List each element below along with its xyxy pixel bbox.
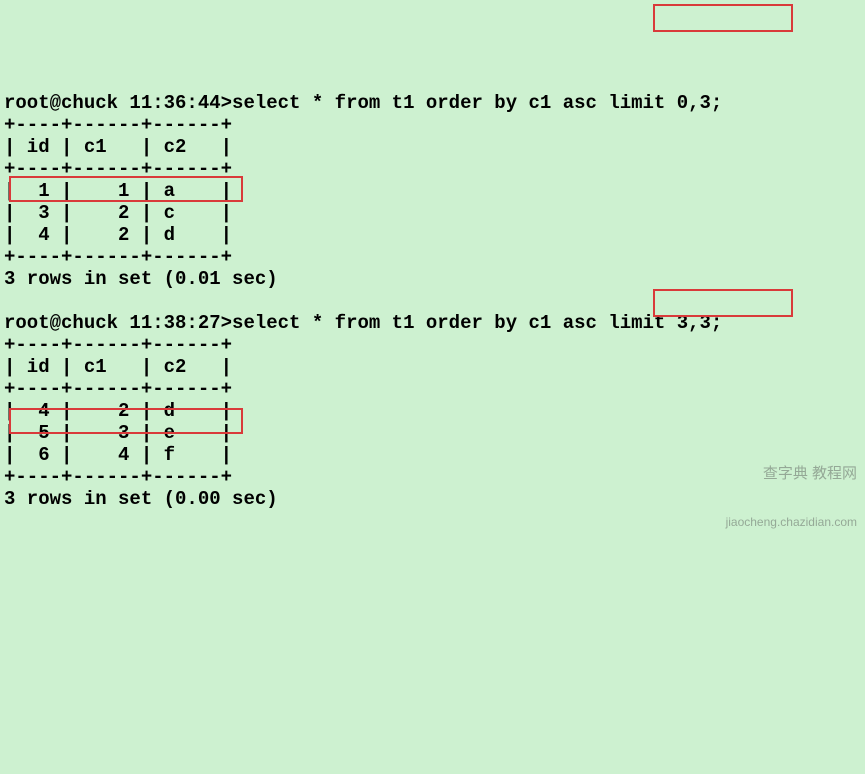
sql-prefix-1: select * from t1 order by c1 asc — [232, 92, 608, 114]
prompt-2: root@chuck 11:38:27> — [4, 312, 232, 334]
status-2: 3 rows in set (0.00 sec) — [4, 488, 278, 510]
highlight-limit-1 — [653, 4, 793, 32]
prompt-1: root@chuck 11:36:44> — [4, 92, 232, 114]
table1-border-bot: +----+------+------+ — [4, 246, 232, 268]
table1-border-top: +----+------+------+ — [4, 114, 232, 136]
table1-row-1: | 3 | 2 | c | — [4, 202, 232, 224]
table1-row-2: | 4 | 2 | d | — [4, 224, 232, 246]
table1-row-0: | 1 | 1 | a | — [4, 180, 232, 202]
table1-border-mid: +----+------+------+ — [4, 158, 232, 180]
table2-row-2: | 6 | 4 | f | — [4, 444, 232, 466]
watermark-line1: 查字典 教程网 — [726, 464, 857, 484]
table2-row-1: | 5 | 3 | e | — [4, 422, 232, 444]
table1-header: | id | c1 | c2 | — [4, 136, 232, 158]
watermark-line2: jiaocheng.chazidian.com — [726, 515, 857, 531]
table2-border-bot: +----+------+------+ — [4, 466, 232, 488]
table2-border-mid: +----+------+------+ — [4, 378, 232, 400]
table2-border-top: +----+------+------+ — [4, 334, 232, 356]
sql-prefix-2: select * from t1 order by c1 asc — [232, 312, 608, 334]
table2-row-0: | 4 | 2 | d | — [4, 400, 232, 422]
table2-header: | id | c1 | c2 | — [4, 356, 232, 378]
status-1: 3 rows in set (0.01 sec) — [4, 268, 278, 290]
sql-limit-2: limit 3,3; — [608, 312, 722, 334]
sql-limit-1: limit 0,3; — [608, 92, 722, 114]
watermark: 查字典 教程网 jiaocheng.chazidian.com — [726, 433, 857, 546]
